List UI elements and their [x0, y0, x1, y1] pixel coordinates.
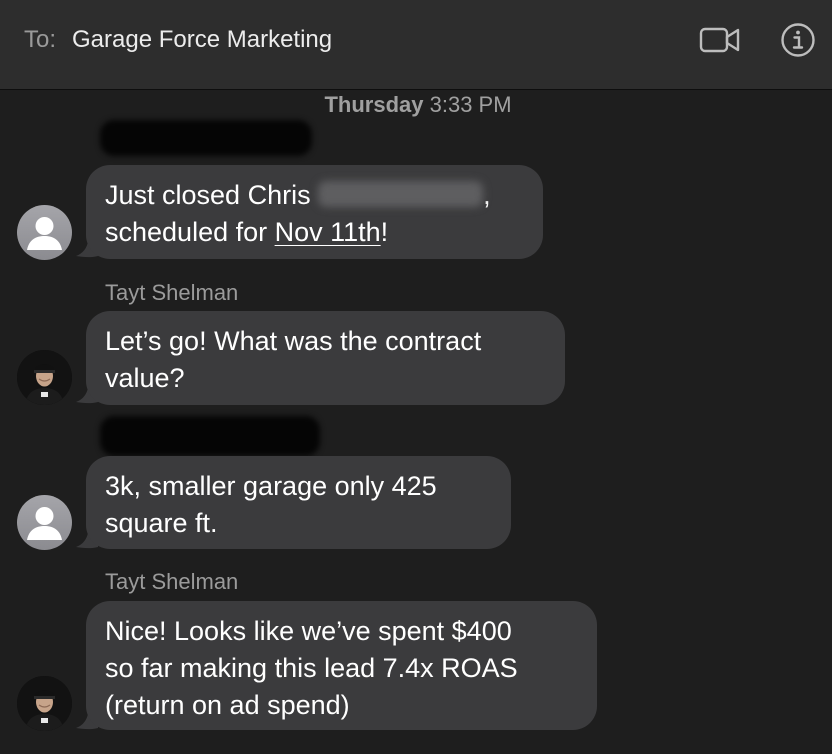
sender-name: Tayt Shelman: [105, 280, 239, 305]
redacted-sender-name: [100, 416, 320, 456]
redacted-sender-name: [100, 120, 312, 156]
sender-name: Tayt Shelman: [105, 569, 239, 594]
timestamp-time: 3:33 PM: [429, 92, 512, 117]
message-line: so far making this lead 7.4x ROAS: [105, 653, 518, 683]
profile-photo: [17, 350, 72, 405]
timestamp-day: Thursday: [324, 92, 424, 117]
to-label: To:: [24, 26, 57, 53]
profile-photo: [17, 676, 72, 731]
message-line: 3k, smaller garage only 425: [105, 471, 437, 501]
messages-window: To: Garage Force Marketing Thursday 3:33…: [0, 0, 832, 754]
message-text: scheduled for: [105, 217, 275, 247]
message-timestamp: Thursday 3:33 PM: [0, 92, 832, 118]
info-icon[interactable]: [776, 22, 820, 58]
video-camera-icon[interactable]: [698, 22, 742, 58]
message-bubble[interactable]: Just closed Chris , scheduled for Nov 11…: [86, 165, 543, 259]
message-bubble[interactable]: Let’s go! What was the contract value?: [86, 311, 565, 405]
message-line: square ft.: [105, 508, 218, 538]
message-line: Just closed Chris ,: [105, 177, 523, 214]
message-line: value?: [105, 363, 185, 393]
date-link[interactable]: Nov 11th: [275, 217, 381, 247]
conversation-header: To: Garage Force Marketing: [0, 0, 832, 90]
message-text: ,: [483, 180, 491, 210]
default-avatar-icon: [17, 205, 72, 260]
message-line: (return on ad spend): [105, 690, 350, 720]
message-bubble[interactable]: Nice! Looks like we’ve spent $400 so far…: [86, 601, 597, 730]
message-line: Nice! Looks like we’ve spent $400: [105, 616, 512, 646]
message-text: Just closed Chris: [105, 180, 311, 210]
default-avatar-icon: [17, 495, 72, 550]
message-text: !: [380, 217, 389, 247]
redacted-last-name: [318, 181, 484, 207]
message-line: Let’s go! What was the contract: [105, 326, 482, 356]
message-bubble[interactable]: 3k, smaller garage only 425 square ft.: [86, 456, 511, 549]
recipient-name[interactable]: Garage Force Marketing: [72, 26, 332, 54]
message-line: scheduled for Nov 11th!: [105, 214, 523, 251]
